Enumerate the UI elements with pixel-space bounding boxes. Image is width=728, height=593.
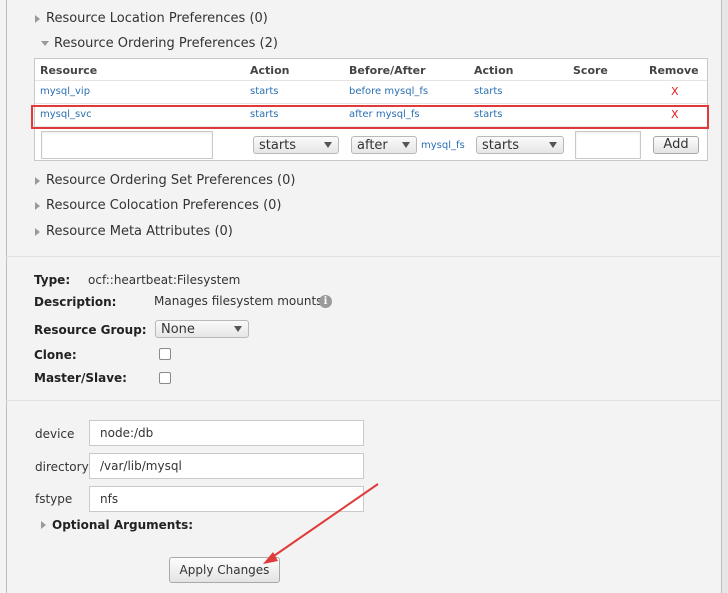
annotation-arrow-icon xyxy=(263,483,379,564)
